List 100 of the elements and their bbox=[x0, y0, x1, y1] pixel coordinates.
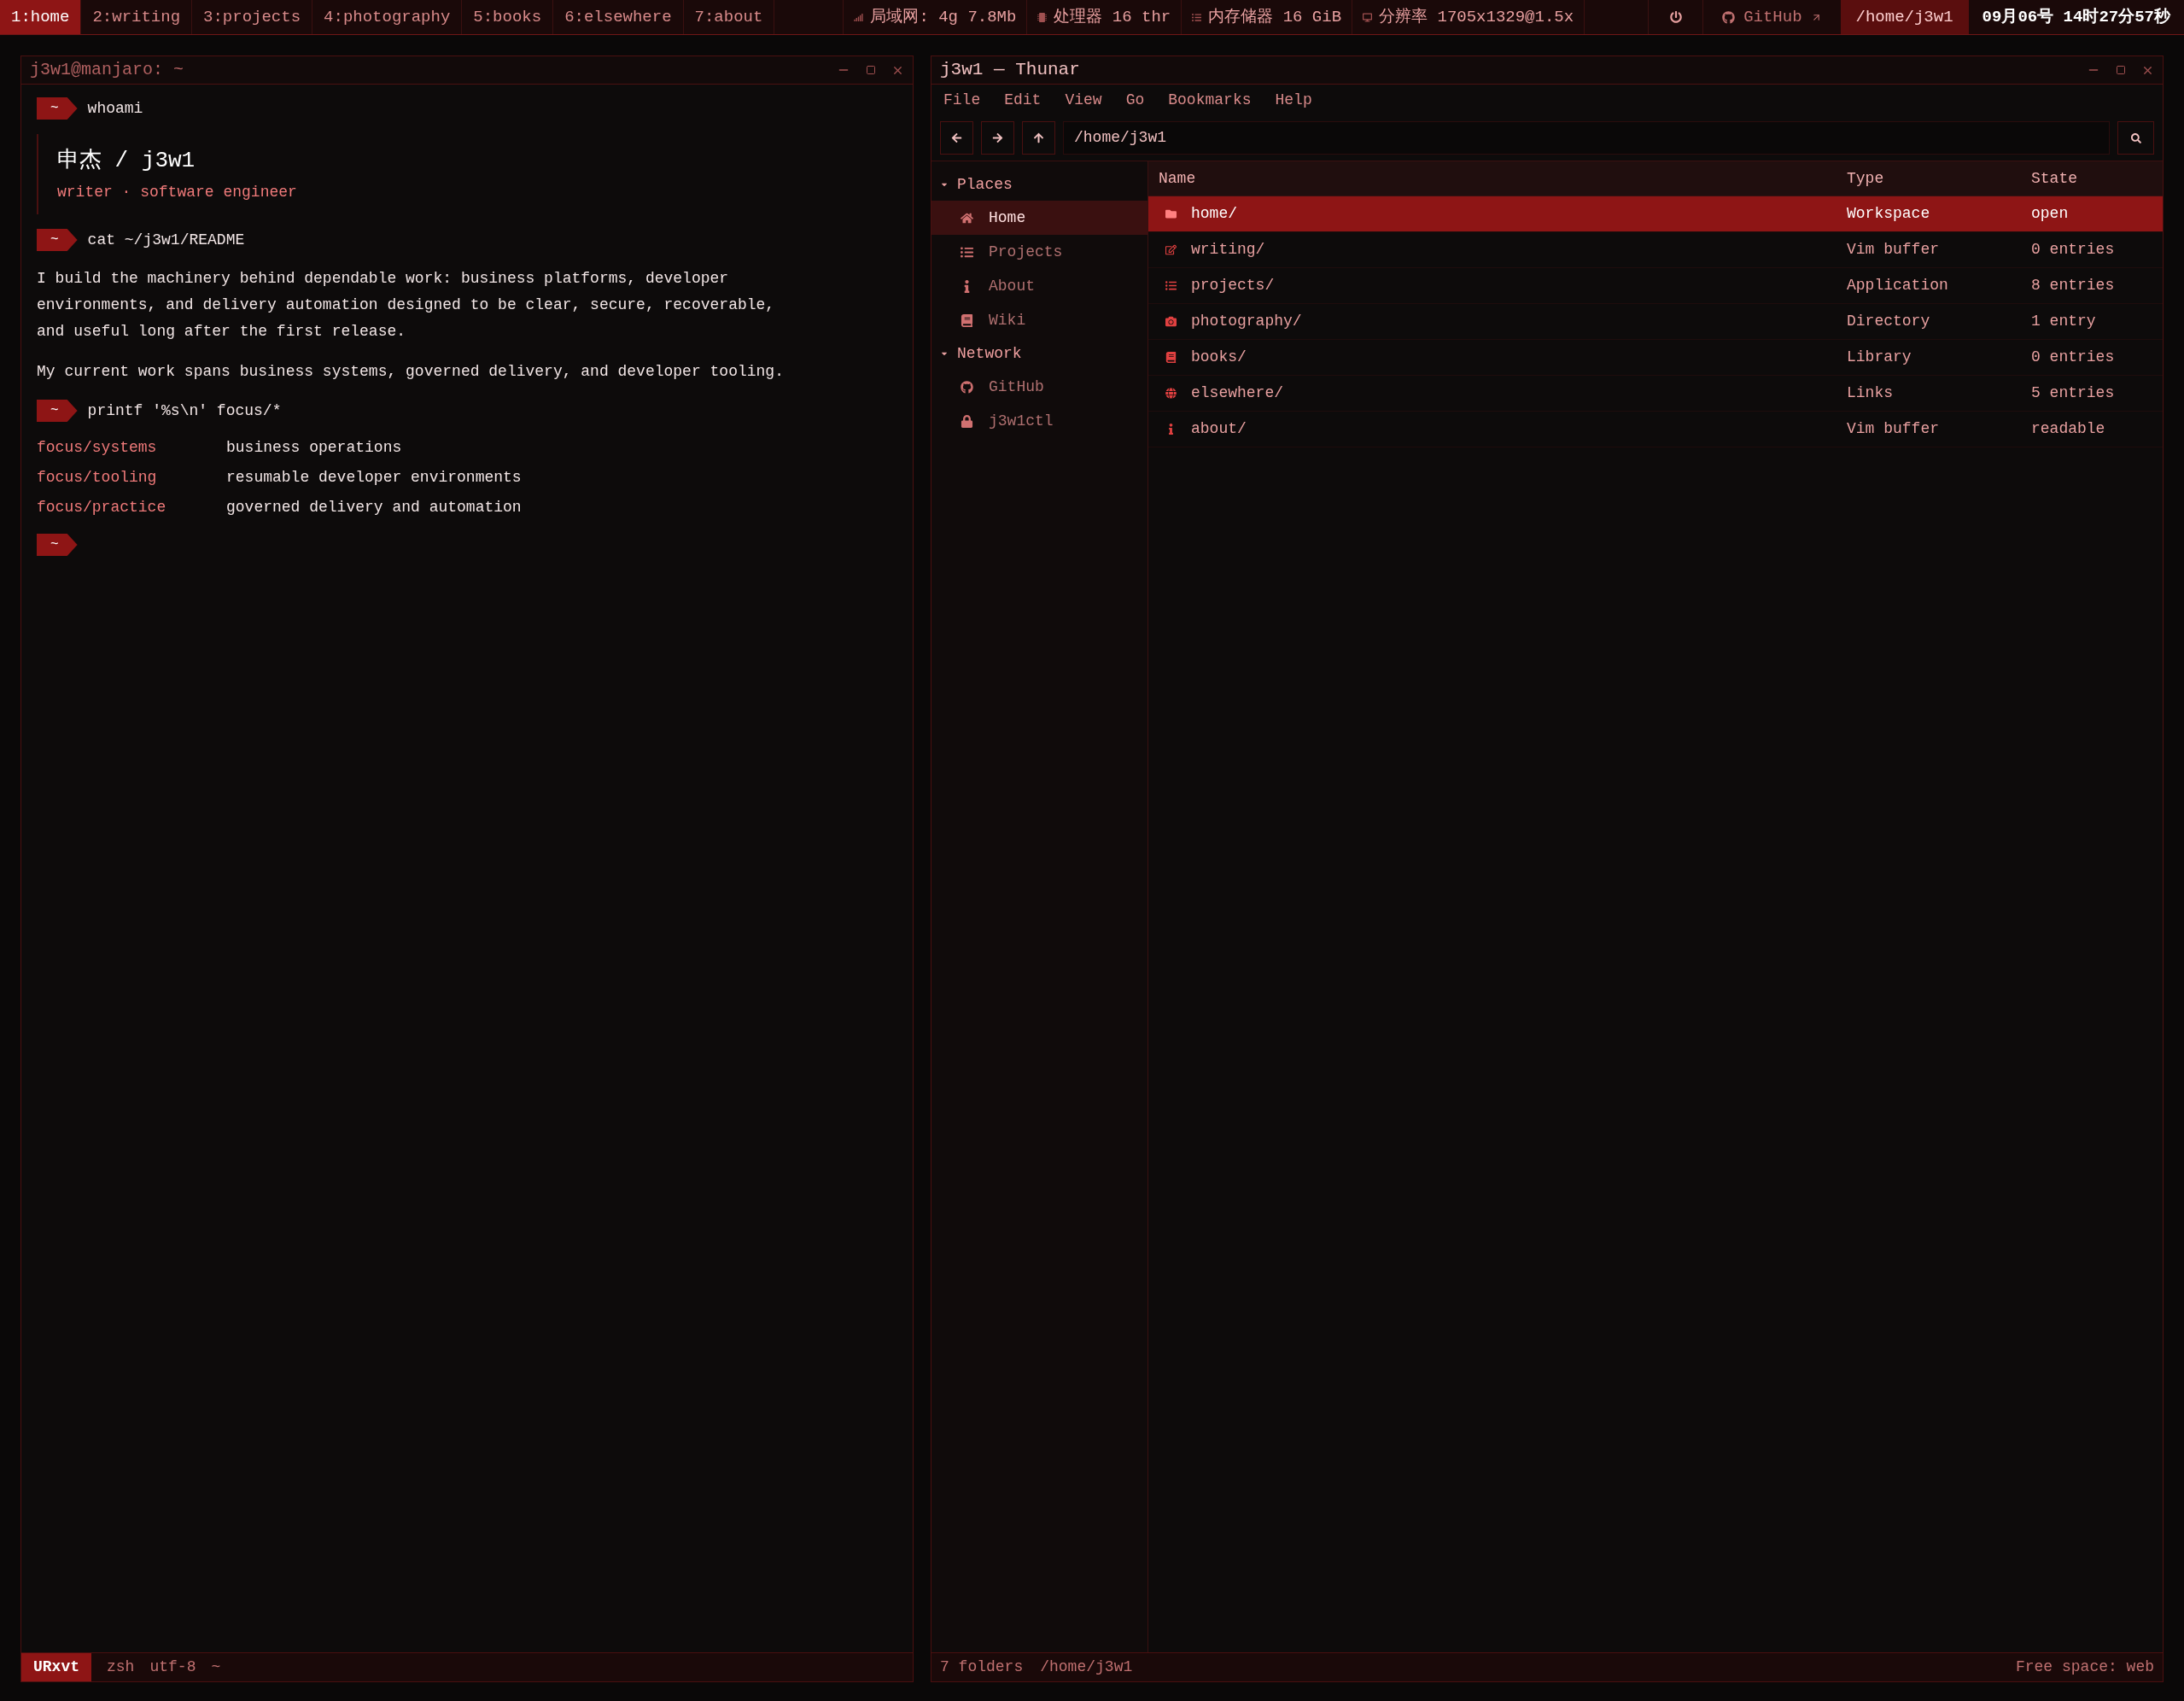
menu-item[interactable]: View bbox=[1065, 88, 1102, 112]
workspace-tab[interactable]: 7:about bbox=[683, 0, 775, 34]
file-type: Library bbox=[1847, 348, 1912, 367]
focus-description: governed delivery and automation bbox=[226, 498, 522, 517]
free-space-text: Free space: web bbox=[2015, 1657, 2154, 1677]
column-heading[interactable]: Type bbox=[1847, 167, 2031, 190]
prompt-badge: ~ bbox=[37, 534, 78, 556]
workspace-tab[interactable]: 4:photography bbox=[312, 0, 463, 34]
sidebar-label: Projects bbox=[989, 242, 1063, 262]
file-name: books/ bbox=[1191, 348, 1247, 367]
clock: 09月06号 14时27分57秒 bbox=[1981, 6, 2172, 28]
column-heading[interactable]: Name bbox=[1148, 167, 1847, 190]
file-row[interactable]: projects/ Application 8 entries bbox=[1148, 268, 2163, 304]
sidebar-label: Wiki bbox=[989, 310, 1026, 330]
sidebar-item[interactable]: About bbox=[931, 269, 1147, 303]
maximize-icon[interactable] bbox=[2116, 65, 2126, 75]
sidebar-item[interactable]: Projects bbox=[931, 235, 1147, 269]
up-button[interactable] bbox=[1022, 121, 1055, 155]
app-label: URxvt bbox=[21, 1653, 91, 1681]
file-name: writing/ bbox=[1191, 240, 1265, 260]
command-text: whoami bbox=[87, 98, 143, 119]
status-text: /home/j3w1 bbox=[1040, 1657, 1133, 1677]
camera-icon bbox=[1165, 316, 1177, 327]
status-text: zsh bbox=[107, 1657, 135, 1677]
path-indicator: /home/j3w1 bbox=[1840, 0, 1969, 34]
edit-icon bbox=[1165, 244, 1177, 255]
window-title: j3w1 — Thunar bbox=[940, 59, 1080, 82]
file-row[interactable]: home/ Workspace open bbox=[1148, 196, 2163, 232]
status-text: 7 folders bbox=[940, 1657, 1024, 1677]
sidebar-label: Home bbox=[989, 208, 1026, 228]
back-button[interactable] bbox=[940, 121, 973, 155]
menu-item[interactable]: Edit bbox=[1004, 88, 1042, 112]
forward-button[interactable] bbox=[981, 121, 1014, 155]
file-row[interactable]: about/ Vim buffer readable bbox=[1148, 412, 2163, 447]
signal-icon bbox=[854, 12, 864, 22]
readme-paragraph: My current work spans business systems, governed delivery, and developer tooling. bbox=[37, 362, 785, 382]
workspace-tab[interactable]: 6:elsewhere bbox=[553, 0, 684, 34]
folder-icon bbox=[1165, 208, 1177, 219]
list-icon bbox=[960, 245, 973, 259]
focus-path: focus/practice bbox=[37, 498, 167, 517]
status-text: 分辨率 1705x1329@1.5x bbox=[1379, 6, 1574, 28]
search-button[interactable] bbox=[2117, 121, 2154, 155]
file-type: Vim buffer bbox=[1847, 419, 1941, 439]
location-field[interactable]: /home/j3w1 bbox=[1063, 121, 2110, 155]
menu-item[interactable]: Help bbox=[1275, 88, 1312, 112]
section-heading: Network bbox=[957, 343, 1022, 364]
focus-description: resumable developer environments bbox=[226, 468, 522, 488]
file-state: 0 entries bbox=[2031, 348, 2116, 367]
name-heading: 申杰 / j3w1 bbox=[57, 147, 196, 175]
window-title: j3w1@manjaro: ~ bbox=[30, 59, 184, 81]
sidebar-item[interactable]: Wiki bbox=[931, 303, 1147, 337]
workspace-tab[interactable]: 3:projects bbox=[192, 0, 313, 34]
github-icon bbox=[1722, 10, 1736, 24]
file-state: 8 entries bbox=[2031, 276, 2116, 295]
file-row[interactable]: elsewhere/ Links 5 entries bbox=[1148, 376, 2163, 412]
sidebar-label: j3w1ctl bbox=[989, 411, 1054, 431]
lock-icon bbox=[960, 414, 973, 428]
file-type: Directory bbox=[1847, 312, 1931, 331]
file-name: projects/ bbox=[1191, 276, 1275, 295]
file-state: readable bbox=[2031, 419, 2106, 439]
file-name: photography/ bbox=[1191, 312, 1302, 331]
book-icon bbox=[960, 313, 973, 327]
workspace-tab[interactable]: 1:home bbox=[0, 0, 82, 34]
forward-icon bbox=[992, 132, 1003, 143]
sidebar-item[interactable]: Home bbox=[931, 201, 1147, 235]
home-icon bbox=[960, 211, 973, 225]
maximize-icon[interactable] bbox=[866, 65, 876, 75]
globe-icon bbox=[1165, 388, 1177, 399]
file-type: Links bbox=[1847, 383, 1894, 403]
file-type: Application bbox=[1847, 276, 1949, 295]
menu-item[interactable]: Go bbox=[1125, 88, 1145, 112]
prompt-badge: ~ bbox=[37, 97, 78, 120]
readme-paragraph: I build the machinery behind dependable work: business platforms, developer environments, and delivery automation designed to be clear, secure, recoverable, and useful long after the first release. bbox=[37, 269, 776, 342]
workspace-tab[interactable]: 2:writing bbox=[81, 0, 193, 34]
status-text: utf-8 bbox=[149, 1657, 196, 1677]
status-text: 局域网: 4g 7.8Mb bbox=[870, 6, 1017, 28]
chip-icon bbox=[1037, 12, 1048, 22]
monitor-icon bbox=[1363, 12, 1373, 22]
file-type: Vim buffer bbox=[1847, 240, 1941, 260]
workspace-tab[interactable]: 5:books bbox=[462, 0, 554, 34]
github-icon bbox=[960, 380, 973, 394]
search-icon bbox=[2130, 132, 2141, 143]
github-link[interactable]: GitHub bbox=[1702, 0, 1841, 34]
file-row[interactable]: books/ Library 0 entries bbox=[1148, 340, 2163, 376]
power-icon bbox=[1669, 11, 1682, 23]
focus-path: focus/systems bbox=[37, 438, 158, 458]
menu-item[interactable]: File bbox=[943, 88, 981, 112]
column-heading[interactable]: State bbox=[2031, 167, 2163, 190]
file-row[interactable]: writing/ Vim buffer 0 entries bbox=[1148, 232, 2163, 268]
file-row[interactable]: photography/ Directory 1 entry bbox=[1148, 304, 2163, 340]
file-type: Workspace bbox=[1847, 204, 1931, 224]
status-text: 处理器 16 thr bbox=[1054, 6, 1171, 28]
focus-description: business operations bbox=[226, 438, 402, 458]
menu-item[interactable]: Bookmarks bbox=[1168, 88, 1252, 112]
sidebar-item[interactable]: GitHub bbox=[931, 370, 1147, 404]
command-text: cat ~/j3w1/README bbox=[87, 230, 245, 250]
sidebar-label: About bbox=[989, 276, 1035, 296]
prompt-badge: ~ bbox=[37, 229, 78, 251]
file-name: home/ bbox=[1191, 204, 1237, 224]
sidebar-item[interactable]: j3w1ctl bbox=[931, 404, 1147, 438]
